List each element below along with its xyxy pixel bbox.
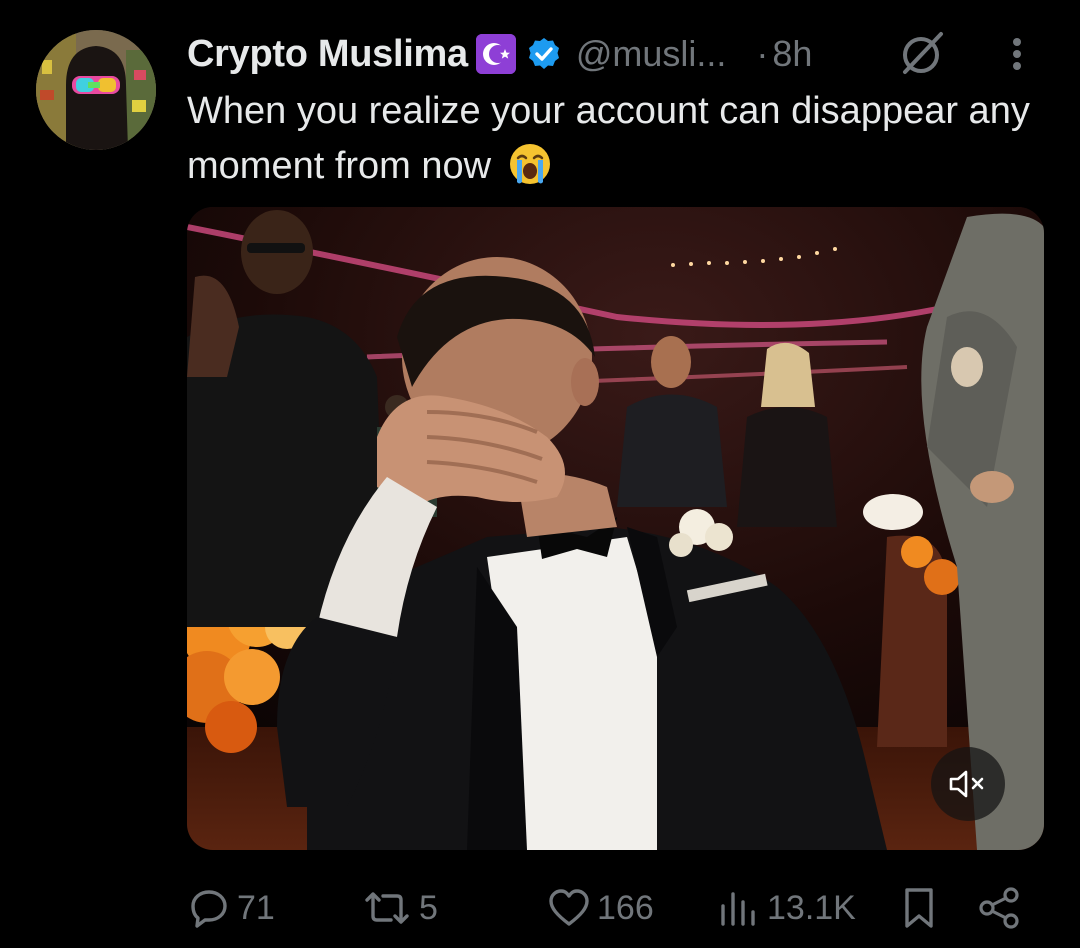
mute-toggle-button[interactable] bbox=[931, 747, 1005, 821]
reply-count: 71 bbox=[237, 888, 275, 927]
share-icon bbox=[979, 887, 1019, 929]
tweet-actions: 71 5 166 13.1K bbox=[187, 880, 1047, 936]
star-and-crescent-icon bbox=[475, 34, 516, 74]
heart-icon bbox=[549, 889, 589, 926]
retweet-button[interactable]: 5 bbox=[361, 880, 438, 936]
share-button[interactable] bbox=[977, 880, 1021, 936]
loudly-crying-face-icon bbox=[508, 142, 552, 186]
video-player[interactable] bbox=[187, 207, 1044, 850]
verified-badge-icon[interactable] bbox=[526, 36, 562, 72]
reply-icon bbox=[191, 890, 227, 928]
speaker-muted-icon bbox=[949, 770, 984, 798]
grok-icon[interactable] bbox=[897, 30, 947, 78]
bookmark-icon bbox=[905, 888, 933, 928]
tweet-text: When you realize your account can disapp… bbox=[187, 84, 1047, 194]
retweet-icon bbox=[365, 892, 409, 924]
retweet-count: 5 bbox=[419, 888, 438, 927]
avatar[interactable] bbox=[36, 30, 156, 150]
tweet[interactable]: Crypto Muslima @musli... · 8h When you r… bbox=[0, 0, 1080, 948]
tweet-header: Crypto Muslima @musli... · 8h bbox=[187, 26, 1047, 82]
like-button[interactable]: 166 bbox=[547, 880, 654, 936]
bookmark-button[interactable] bbox=[899, 880, 939, 936]
display-name[interactable]: Crypto Muslima bbox=[187, 33, 468, 76]
views-button[interactable]: 13.1K bbox=[717, 880, 856, 936]
views-bar-chart-icon bbox=[721, 892, 755, 926]
reply-button[interactable]: 71 bbox=[187, 880, 275, 936]
tweet-body: When you realize your account can disapp… bbox=[187, 90, 1030, 187]
like-count: 166 bbox=[597, 888, 654, 927]
more-options-icon[interactable] bbox=[1007, 34, 1027, 74]
separator-dot: · bbox=[756, 33, 769, 74]
view-count: 13.1K bbox=[767, 888, 856, 927]
timestamp[interactable]: 8h bbox=[772, 33, 812, 75]
user-handle[interactable]: @musli... bbox=[576, 33, 727, 75]
